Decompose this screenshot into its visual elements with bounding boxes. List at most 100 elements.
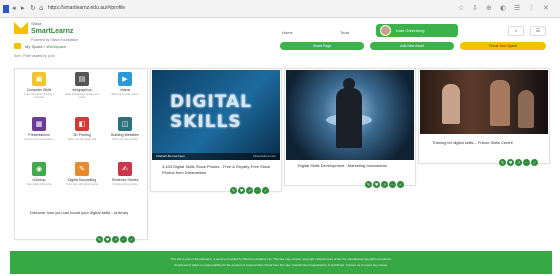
footer-line-1: This site is part of SmartLearnz, a serv…: [170, 257, 392, 261]
app-title: 3D Printing: [73, 133, 91, 137]
image-attribution: Abstract file has been: [156, 154, 185, 158]
check-icon[interactable]: ✓: [128, 236, 135, 243]
app-title: Sentence Stories: [111, 178, 139, 182]
share-icon[interactable]: ↗: [112, 236, 119, 243]
app-tile[interactable]: ▤ Infographics Make infographics quickly a…: [63, 72, 101, 100]
card-2-actions: ✎ ♥ ↗ ⋯ ✓: [365, 173, 405, 188]
address-bar[interactable]: https://smartlearnz.edu.au/#/profile: [48, 5, 125, 11]
app-icon: ◧: [75, 117, 89, 131]
app-tile[interactable]: ◉ uGiveup Safe digital citizenship: [20, 162, 58, 190]
business-image[interactable]: [286, 70, 414, 160]
user-name: Kate Greenberg: [396, 28, 425, 33]
check-icon[interactable]: ✓: [531, 159, 538, 166]
training-image[interactable]: [420, 70, 548, 134]
hamburger-icon[interactable]: ☰: [530, 26, 546, 36]
card-3-caption[interactable]: Training for digital skills – Future Ski…: [432, 140, 542, 146]
header-link-tools[interactable]: Tools: [340, 30, 349, 35]
app-icon: ▤: [75, 72, 89, 86]
profile-icon[interactable]: ◐: [500, 4, 506, 12]
app-icon: ✎: [75, 162, 89, 176]
check-icon[interactable]: ✓: [262, 187, 269, 194]
app-title: Digital Storytelling: [67, 178, 96, 182]
search-icon[interactable]: ⌕: [508, 26, 524, 36]
share-page-button[interactable]: Share Page: [280, 42, 364, 50]
filter-hint[interactable]: Sort / Filter assets by (x/x): [14, 54, 55, 58]
app-description: Watch and create videos: [111, 93, 139, 96]
site-logo[interactable]: Sitara SmartLearnz Powered by Sitara Fou…: [14, 20, 84, 42]
breadcrumb-root[interactable]: My Space: [25, 44, 43, 49]
app-description: Build your own website: [112, 138, 138, 141]
app-icon: ▣: [32, 72, 46, 86]
logo-line-1: Sitara: [31, 21, 42, 26]
star-icon[interactable]: ☆: [458, 4, 464, 12]
logo-mark-icon: [14, 22, 28, 34]
app-tile[interactable]: ▣ Computer Skills Learn the basics of usin…: [20, 72, 58, 100]
apps-caption[interactable]: Discover how you can boost your digital …: [30, 210, 140, 216]
add-asset-button[interactable]: Add New Asset: [370, 42, 454, 50]
back-icon[interactable]: ◂: [12, 4, 16, 12]
app-icon: ◫: [118, 117, 132, 131]
browser-toolbar: ◂ ▸ ↻ ⌂ https://smartlearnz.edu.au/#/pro…: [0, 0, 560, 18]
focus-space-button[interactable]: Focus Your Space: [460, 42, 546, 50]
reload-icon[interactable]: ↻: [30, 4, 36, 12]
app-icon: ▶: [118, 72, 132, 86]
app-tile[interactable]: ◧ 3D Printing Make your 3D design real: [63, 117, 101, 145]
share-icon[interactable]: ↗: [246, 187, 253, 194]
more-icon[interactable]: ⋯: [389, 181, 396, 188]
like-icon[interactable]: ♥: [238, 187, 245, 194]
image-headline: DIGITAL SKILLS: [170, 92, 252, 132]
edit-icon[interactable]: ✎: [499, 159, 506, 166]
forward-icon[interactable]: ▸: [21, 4, 25, 12]
app-tile[interactable]: ◫ Building Websites Build your own website: [106, 117, 144, 145]
breadcrumb-current: Workspace: [46, 44, 67, 49]
app-description: Make infographics quickly and easily: [65, 93, 99, 99]
app-tile[interactable]: ▶ Videos Watch and create videos: [106, 72, 144, 100]
more-icon[interactable]: ⋯: [254, 187, 261, 194]
share-icon[interactable]: ↗: [381, 181, 388, 188]
card-3-actions: ✎ ♥ ↗ ⋯ ✓: [499, 151, 539, 166]
edit-icon[interactable]: ✎: [96, 236, 103, 243]
app-icon: ▦: [32, 117, 46, 131]
edit-icon[interactable]: ✎: [365, 181, 372, 188]
edit-icon[interactable]: ✎: [230, 187, 237, 194]
app-icon: ✍: [118, 162, 132, 176]
header-link-home[interactable]: Home: [282, 30, 293, 35]
share-icon[interactable]: ↗: [515, 159, 522, 166]
card-2-caption[interactable]: Digital Skills Development - Marketing I…: [298, 163, 406, 169]
app-description: Tell a story with digital media: [66, 183, 98, 186]
more-icon[interactable]: ⋮: [528, 4, 535, 12]
apps-actions: ✎ ♥ ↗ ⋯ ✓: [96, 228, 136, 243]
app-tile[interactable]: ✍ Sentence Stories Practise writing storie…: [106, 162, 144, 190]
more-icon[interactable]: ⋯: [523, 159, 530, 166]
app-description: Create clear presentations: [24, 138, 54, 141]
app-description: Safe digital citizenship: [26, 183, 52, 186]
card-1-actions: ✎ ♥ ↗ ⋯ ✓: [230, 179, 270, 194]
like-icon[interactable]: ♥: [507, 159, 514, 166]
app-title: Presentations: [28, 133, 50, 137]
tab-indicator[interactable]: [3, 5, 9, 13]
app-title: Computer Skills: [26, 88, 52, 92]
home-icon[interactable]: ⌂: [39, 4, 43, 12]
app-title: Building Websites: [111, 133, 139, 137]
footer-line-2: SmartLearnz takes no responsibility for …: [174, 263, 388, 267]
app-title: Infographics: [72, 88, 92, 92]
download-icon[interactable]: ⇩: [472, 4, 478, 12]
app-tile[interactable]: ✎ Digital Storytelling Tell a story with d…: [63, 162, 101, 190]
breadcrumb: My Space › Workspace: [25, 44, 67, 49]
app-description: Make your 3D design real: [67, 138, 97, 141]
check-icon[interactable]: ✓: [397, 181, 404, 188]
app-title: uGiveup: [32, 178, 46, 182]
user-menu[interactable]: Kate Greenberg: [376, 24, 458, 37]
extension-icon[interactable]: ⊕: [486, 4, 492, 12]
site-footer: This site is part of SmartLearnz, a serv…: [10, 251, 552, 274]
like-icon[interactable]: ♥: [373, 181, 380, 188]
more-icon[interactable]: ⋯: [120, 236, 127, 243]
like-icon[interactable]: ♥: [104, 236, 111, 243]
card-1-caption[interactable]: 4,433 Digital Skills Stock Photos - Free…: [162, 164, 274, 176]
close-icon[interactable]: ✕: [543, 4, 549, 12]
digital-skills-image[interactable]: DIGITAL SKILLS Abstract file has been Dre…: [152, 70, 280, 160]
app-description: Practise writing stories: [112, 183, 138, 186]
menu-icon[interactable]: ☰: [514, 4, 520, 12]
app-tile[interactable]: ▦ Presentations Create clear presentations: [20, 117, 58, 145]
logo-line-3: Powered by Sitara Foundation: [31, 38, 79, 42]
